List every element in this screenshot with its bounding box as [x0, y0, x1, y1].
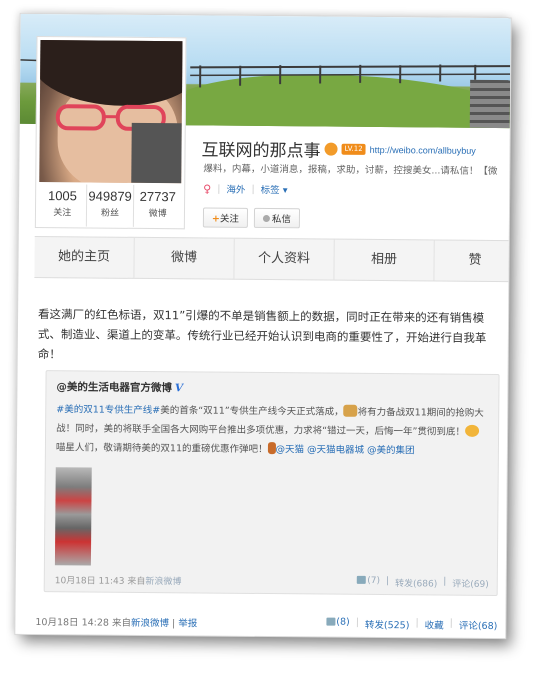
forward-link[interactable]: 转发(525): [365, 617, 410, 631]
divider: |: [217, 183, 221, 195]
stat-following[interactable]: 1005 关注: [38, 184, 87, 227]
repost-image-thumbnail[interactable]: [54, 467, 92, 566]
mention-links[interactable]: @天猫 @天猫电器城 @美的集团: [275, 444, 414, 456]
repost-text: #美的双11专供生产线#美的首条“双11”专供生产线今天正式落成， 将有力备战双1…: [56, 400, 488, 461]
emoticon-icon: [464, 424, 480, 437]
stat-label: 粉丝: [100, 208, 120, 219]
message-label: 私信: [271, 214, 291, 226]
profile-stats: 1005 关注 949879 粉丝 27737 微博: [38, 184, 181, 227]
divider: |: [355, 616, 359, 628]
like-count: (7): [367, 575, 381, 587]
tab-profile[interactable]: 个人资料: [234, 238, 335, 280]
source-prefix: 来自: [127, 576, 146, 587]
stat-followers[interactable]: 949879 粉丝: [86, 184, 135, 227]
profile-description: 爆料，内幕，小道消息，报稿，求助，讨薪，控搜美女...请私信！【微: [203, 163, 498, 178]
repost-actions: (7) | 转发(686) | 评论(69): [357, 575, 489, 590]
repost-meta: 10月18日 11:43 来自新浪微博: [55, 573, 182, 587]
like-count: (8): [336, 616, 350, 628]
stat-label: 微博: [148, 208, 167, 220]
repost-author[interactable]: @美的生活电器官方微博 V: [56, 379, 183, 395]
member-icon[interactable]: [324, 142, 338, 156]
stat-number: 1005: [47, 188, 77, 204]
tags-dropdown[interactable]: 标签 ▾: [261, 182, 288, 196]
plus-icon: +: [211, 213, 220, 225]
profile-meta: ♀ | 海外 | 标签 ▾: [203, 181, 287, 196]
repost-source-link[interactable]: 新浪微博: [145, 577, 181, 587]
favorite-link[interactable]: 收藏: [425, 617, 444, 631]
post-footer: 10月18日 14:28 来自新浪微博 | 举报 (8) | 转发(525) |…: [35, 614, 497, 632]
thumbs-up-icon: [326, 617, 336, 626]
repost-forward-link[interactable]: 转发(686): [395, 576, 437, 589]
post-text: 看这满厂的红色标语，双11”引爆的不单是销售额上的数据，同时正在带来的还有销售模…: [37, 307, 487, 362]
thumbs-up-icon: [357, 575, 367, 584]
profile-name-row: 互联网的那点事 LV.12 http://weibo.com/allbuybuy: [201, 135, 475, 162]
verified-icon: V: [174, 382, 184, 395]
repost-time[interactable]: 10月18日 11:43: [55, 576, 125, 587]
tab-likes[interactable]: 赞: [434, 240, 508, 281]
post-time[interactable]: 10月18日 14:28: [35, 617, 109, 629]
stat-posts[interactable]: 27737 微博: [134, 185, 181, 227]
message-icon: [262, 214, 270, 223]
follow-button[interactable]: +关注: [202, 207, 249, 228]
repost-text-part: 美的首条“双11”专供生产线今天正式落成，: [160, 405, 344, 418]
comment-link[interactable]: 评论(68): [459, 618, 498, 632]
divider: |: [251, 183, 255, 195]
topic-link[interactable]: #美的双11专供生产线#: [56, 404, 160, 416]
post-actions: (8) | 转发(525) | 收藏 | 评论(68): [326, 617, 497, 632]
repost-text-part: 喵星人们，敬请期待美的双11的重磅优惠作弹吧！: [55, 442, 268, 456]
tab-home[interactable]: 她的主页: [34, 237, 135, 278]
gender-icon: ♀: [203, 181, 212, 196]
repost-author-name: @美的生活电器官方微博: [56, 381, 173, 395]
divider: |: [449, 617, 453, 629]
profile-url-link[interactable]: http://weibo.com/allbuybuy: [370, 144, 476, 155]
repost-comment-link[interactable]: 评论(69): [452, 577, 489, 590]
location-link[interactable]: 海外: [226, 182, 245, 196]
follow-label: 关注: [219, 213, 239, 225]
emoticon-icon: [343, 404, 358, 417]
like-button[interactable]: (8): [326, 617, 350, 631]
comment-box: [33, 636, 508, 639]
message-button[interactable]: 私信: [253, 207, 301, 229]
stat-number: 27737: [139, 188, 176, 205]
divider: |: [385, 576, 390, 587]
divider: |: [415, 617, 419, 629]
chevron-down-icon: ▾: [282, 185, 288, 197]
tab-weibo[interactable]: 微博: [134, 237, 235, 279]
repost-footer: 10月18日 11:43 来自新浪微博 (7) | 转发(686) | 评论(6…: [55, 573, 489, 590]
stat-label: 关注: [53, 208, 72, 219]
vip-badge[interactable]: LV.12: [341, 143, 366, 155]
profile-name: 互联网的那点事: [201, 140, 321, 162]
post-source-link[interactable]: 新浪微博: [131, 618, 169, 629]
stat-number: 949879: [88, 188, 132, 204]
avatar[interactable]: [39, 40, 183, 184]
weibo-profile-screenshot: 1005 关注 949879 粉丝 27737 微博 互联网的那点事 LV.12…: [15, 13, 511, 639]
tab-album[interactable]: 相册: [334, 239, 435, 281]
post-meta: 10月18日 14:28 来自新浪微博 | 举报: [35, 617, 198, 630]
profile-tabs: 她的主页 微博 个人资料 相册 赞: [34, 236, 509, 283]
repost-like-button[interactable]: (7): [357, 575, 381, 589]
divider: |: [443, 576, 447, 587]
profile-actions: +关注 私信: [202, 207, 301, 229]
reposted-weibo: @美的生活电器官方微博 V #美的双11专供生产线#美的首条“双11”专供生产线今…: [43, 370, 500, 597]
source-prefix: 来自: [111, 617, 132, 629]
emoticon-icon: [267, 442, 276, 455]
tags-label: 标签: [260, 184, 280, 197]
report-link[interactable]: 举报: [178, 618, 197, 629]
avatar-card: 1005 关注 949879 粉丝 27737 微博: [34, 36, 187, 230]
